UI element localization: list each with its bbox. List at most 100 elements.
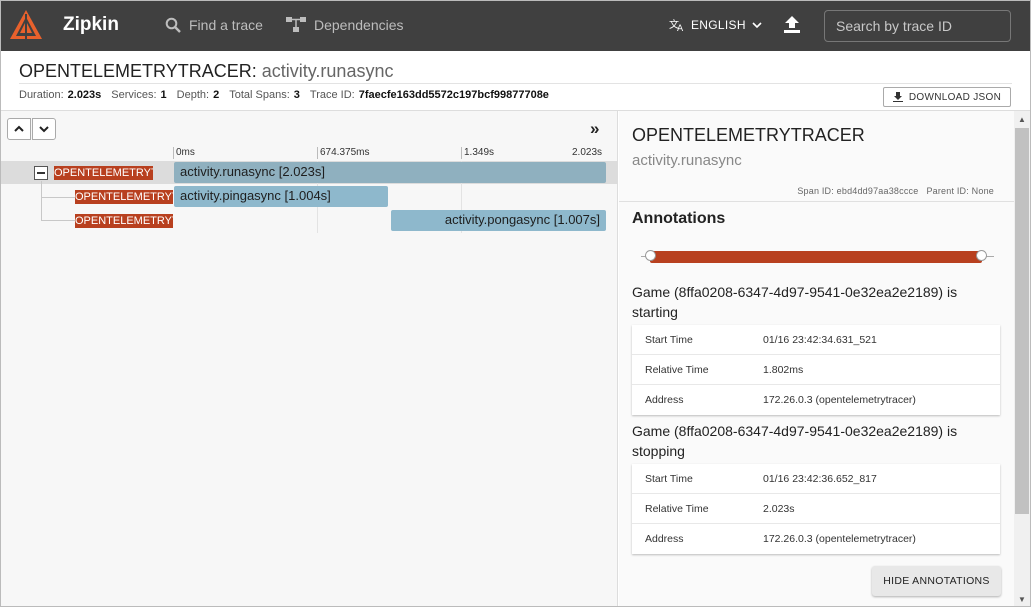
nav-find-trace-label: Find a trace <box>189 17 263 33</box>
annotations-title: Annotations <box>632 210 726 227</box>
tick-label: 2.023s <box>572 147 603 158</box>
zipkin-logo-icon[interactable] <box>9 9 43 43</box>
parent-id: Parent ID: None <box>926 186 994 196</box>
detail-span-name: activity.runasync <box>632 152 742 169</box>
span-service-tag[interactable]: OPENTELEMETRYTRACER <box>75 214 173 228</box>
svg-text:A: A <box>677 24 684 32</box>
parent-id-value: None <box>971 186 994 196</box>
span-bar[interactable]: activity.pingasync [1.004s] <box>174 186 388 207</box>
duration-value: 2.023s <box>67 89 102 101</box>
annotation-row: Relative Time 2.023s <box>632 494 1000 524</box>
annotation-row: Relative Time 1.802ms <box>632 355 1000 385</box>
total-spans-label: Total Spans: <box>229 89 290 101</box>
zipkin-window: Zipkin Find a trace Dependencies 文 A ENG… <box>0 0 1031 607</box>
span-bar[interactable]: activity.runasync [2.023s] <box>174 162 606 183</box>
double-chevron-right-icon[interactable]: » <box>590 119 599 139</box>
depth-label: Depth: <box>176 89 210 101</box>
move-up-button[interactable] <box>7 118 31 140</box>
annotation-key: Address <box>645 394 684 406</box>
nav-dependencies-label: Dependencies <box>314 17 404 33</box>
nav-dependencies[interactable]: Dependencies <box>286 17 404 33</box>
tick-label: 0ms <box>173 147 195 159</box>
annotation-key: Relative Time <box>645 363 709 376</box>
hide-annotations-button[interactable]: HIDE ANNOTATIONS <box>872 566 1001 596</box>
trace-title: OPENTELEMETRYTRACER: activity.runasync <box>19 61 393 82</box>
trace-span-name: activity.runasync <box>261 61 394 81</box>
trace-header: OPENTELEMETRYTRACER: activity.runasync D… <box>1 51 1030 111</box>
scroll-down-arrow-icon[interactable]: ▼ <box>1018 595 1026 604</box>
download-icon <box>892 92 903 102</box>
trace-id-value: 7faecfe163dd5572c197bcf99877708e <box>358 89 549 101</box>
scroll-up-arrow-icon[interactable]: ▲ <box>1018 115 1026 124</box>
annotation-row: Address 172.26.0.3 (opentelemetrytracer) <box>632 385 1000 415</box>
span-service-tag[interactable]: OPENTELEMETRYTRACER <box>54 166 153 180</box>
download-json-label: DOWNLOAD JSON <box>908 91 1002 103</box>
top-navbar: Zipkin Find a trace Dependencies 文 A ENG… <box>1 1 1030 51</box>
annotation-value: 2.023s <box>763 502 795 515</box>
annotation-table: Start Time 01/16 23:42:36.652_817 Relativ… <box>632 464 1000 554</box>
annotation-key: Address <box>645 533 684 545</box>
download-json-button[interactable]: DOWNLOAD JSON <box>883 87 1011 107</box>
span-id: Span ID: ebd4dd97aa38ccce <box>797 186 918 196</box>
span-bar[interactable]: activity.pongasync [1.007s] <box>391 210 606 231</box>
annotation-key: Start Time <box>645 472 693 485</box>
chevron-down-icon <box>752 22 762 29</box>
services-label: Services: <box>111 89 157 101</box>
trace-id-label: Trace ID: <box>309 89 355 101</box>
timeline-panel: » 0ms 674.375ms 1.349s 2.023s OPENTELEME… <box>1 111 618 606</box>
tree-line <box>41 220 75 221</box>
annotation-value: 172.26.0.3 (opentelemetrytracer) <box>763 533 916 545</box>
span-id-label: Span ID: <box>797 186 834 196</box>
time-ruler: 0ms 674.375ms 1.349s 2.023s <box>173 147 607 161</box>
annotation-value: 01/16 23:42:34.631_521 <box>763 333 877 346</box>
tree-line <box>41 197 75 198</box>
annotation-value: 1.802ms <box>763 363 804 376</box>
collapse-toggle[interactable] <box>34 166 48 180</box>
header-divider <box>19 83 1012 84</box>
depth-value: 2 <box>213 89 220 101</box>
span-id-value: ebd4dd97aa38ccce <box>836 186 919 196</box>
scrollbar-thumb[interactable] <box>1015 128 1029 514</box>
tick-label: 1.349s <box>461 147 494 159</box>
duration-label: Duration: <box>19 89 64 101</box>
trace-id-search-input[interactable] <box>824 10 1011 42</box>
trace-service-name: OPENTELEMETRYTRACER <box>19 61 252 81</box>
span-detail-panel: OPENTELEMETRYTRACER activity.runasync Sp… <box>619 111 1014 606</box>
annotation-row: Address 172.26.0.3 (opentelemetrytracer) <box>632 524 1000 554</box>
search-icon <box>165 17 181 33</box>
detail-service-name: OPENTELEMETRYTRACER <box>632 125 865 145</box>
upload-icon[interactable] <box>781 14 803 36</box>
annotation-value: 172.26.0.3 (opentelemetrytracer) <box>763 394 916 406</box>
chevron-down-icon <box>39 126 49 133</box>
span-ids: Span ID: ebd4dd97aa38ccce Parent ID: Non… <box>797 186 994 196</box>
annotation-title: Game (8ffa0208-6347-4d97-9541-0e32ea2e21… <box>632 284 958 320</box>
parent-id-label: Parent ID: <box>926 186 969 196</box>
dependencies-icon <box>286 17 306 32</box>
span-service-tag[interactable]: OPENTELEMETRYTRACER <box>75 190 173 204</box>
slider-handle-start[interactable] <box>645 250 656 261</box>
move-down-button[interactable] <box>32 118 56 140</box>
annotation-slider-range[interactable] <box>650 251 982 263</box>
annotation-title: Game (8ffa0208-6347-4d97-9541-0e32ea2e21… <box>632 423 958 459</box>
nav-find-trace[interactable]: Find a trace <box>165 17 263 33</box>
annotation-key: Start Time <box>645 333 693 346</box>
language-label: ENGLISH <box>691 18 746 32</box>
language-selector[interactable]: 文 A ENGLISH <box>669 18 762 32</box>
divider <box>619 201 1014 202</box>
annotation-key: Relative Time <box>645 502 709 515</box>
trace-meta: Duration: 2.023s Services: 1 Depth: 2 To… <box>19 89 555 101</box>
chevron-up-icon <box>14 125 24 132</box>
slider-handle-end[interactable] <box>976 250 987 261</box>
annotation-row: Start Time 01/16 23:42:34.631_521 <box>632 325 1000 355</box>
tree-line <box>41 181 42 221</box>
annotation-row: Start Time 01/16 23:42:36.652_817 <box>632 464 1000 494</box>
tick-label: 674.375ms <box>317 147 369 159</box>
translate-icon: 文 A <box>669 18 684 32</box>
brand-title[interactable]: Zipkin <box>63 14 119 36</box>
services-value: 1 <box>160 89 167 101</box>
total-spans-value: 3 <box>293 89 300 101</box>
slider-rail <box>986 256 994 257</box>
annotation-table: Start Time 01/16 23:42:34.631_521 Relativ… <box>632 325 1000 415</box>
trace-title-separator: : <box>251 61 257 81</box>
annotation-value: 01/16 23:42:36.652_817 <box>763 472 877 485</box>
